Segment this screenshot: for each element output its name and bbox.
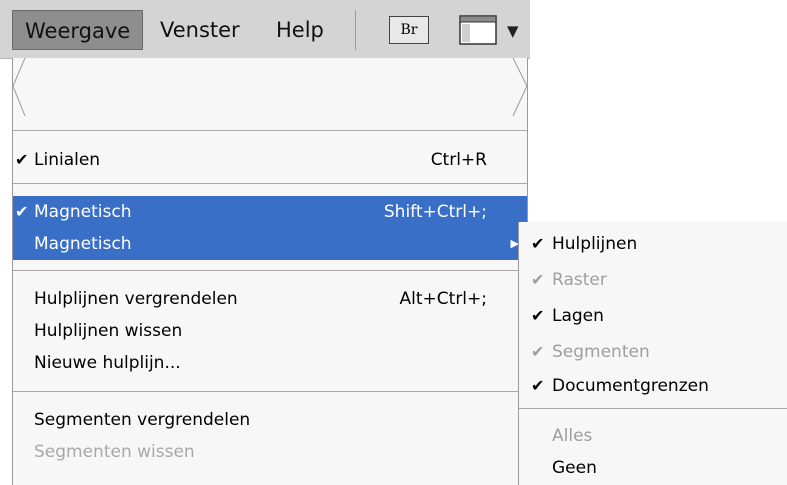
submenu-item-raster[interactable]: ✔ Raster [519,264,787,296]
check-icon: ✔ [531,376,545,395]
menu-separator [13,391,527,392]
submenu-item-alles[interactable]: Alles [519,420,787,452]
check-icon: ✔ [531,270,545,289]
submenu-item-hulplijnen[interactable]: ✔ Hulplijnen [519,228,787,260]
menu-separator [13,183,527,184]
menu-item-segmenten-wissen[interactable]: Segmenten wissen [13,436,527,468]
check-icon: ✔ [531,306,545,325]
menubar-separator [355,10,356,50]
triangle-down-icon[interactable]: ▼ [507,22,519,40]
submenu-item-lagen[interactable]: ✔ Lagen [519,300,787,332]
check-icon: ✔ [531,342,545,361]
menubar: Weergave Venster Help Br ▼ [0,0,530,59]
menu-item-magnetisch[interactable]: ✔ Magnetisch Shift+Ctrl+; [13,196,527,228]
menu-separator [13,130,527,131]
check-icon: ✔ [15,202,29,221]
submenu-item-documentgrenzen[interactable]: ✔ Documentgrenzen [519,370,787,402]
menu-item-hulplijnen-wissen[interactable]: Hulplijnen wissen [13,315,527,347]
menu-item-nieuwe-hulplijn[interactable]: Nieuwe hulplijn... [13,347,527,379]
magnetisch-submenu: ✔ Hulplijnen ✔ Raster ✔ Lagen ✔ Segmente… [518,222,787,485]
menu-item-linialen[interactable]: ✔ Linialen Ctrl+R [13,144,527,176]
menu-separator [519,408,787,409]
menu-help[interactable]: Help [264,10,336,50]
menu-item-segmenten-vergrendelen[interactable]: Segmenten vergrendelen [13,404,527,436]
menu-torn-edge [13,58,528,117]
submenu-item-segmenten[interactable]: ✔ Segmenten [519,336,787,368]
menu-venster[interactable]: Venster [148,10,252,50]
submenu-item-geen[interactable]: Geen [519,452,787,484]
bridge-button[interactable]: Br [389,16,429,44]
menu-item-magnetisch-submenu[interactable]: Magnetisch ▶ [13,228,527,260]
menu-weergave[interactable]: Weergave [12,10,144,50]
workspace-layout-icon[interactable] [459,14,499,46]
check-icon: ✔ [15,150,29,169]
menu-item-hulplijnen-vergrendelen[interactable]: Hulplijnen vergrendelen Alt+Ctrl+; [13,283,527,315]
menu-separator [13,270,527,271]
check-icon: ✔ [531,234,545,253]
weergave-menu: ✔ Linialen Ctrl+R ✔ Magnetisch Shift+Ctr… [12,58,528,485]
